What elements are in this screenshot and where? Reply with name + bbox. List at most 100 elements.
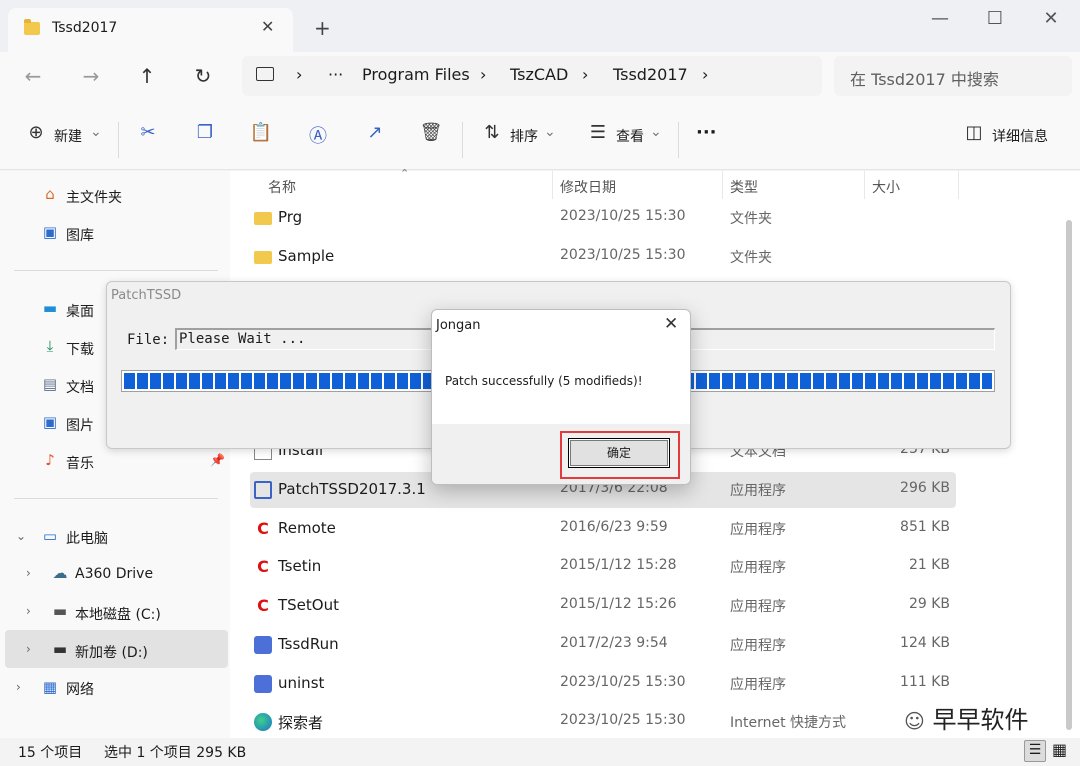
file-name: PatchTSSD2017.3.1 xyxy=(278,480,426,498)
tssd-app-icon: C xyxy=(257,596,269,615)
chevron-right-icon[interactable]: › xyxy=(26,604,31,618)
sidebar-item-downloads[interactable]: 下载 xyxy=(66,339,94,359)
tab-close-icon[interactable]: ✕ xyxy=(261,17,274,36)
tab-tssd2017[interactable]: Tssd2017 ✕ xyxy=(8,8,293,52)
file-type: 应用程序 xyxy=(730,483,786,499)
selection-info: 选中 1 个项目 295 KB xyxy=(104,745,247,761)
file-name: uninst xyxy=(278,674,325,692)
breadcrumb-tssd2017[interactable]: Tssd2017 xyxy=(613,65,688,84)
folder-icon xyxy=(254,212,272,225)
sidebar-item-pictures[interactable]: 图片 xyxy=(66,415,94,435)
breadcrumb-separator: › xyxy=(480,65,487,84)
up-button[interactable]: ↑ xyxy=(132,64,162,88)
file-date: 2023/10/25 15:30 xyxy=(560,247,686,263)
sidebar-item-drive-c[interactable]: 本地磁盘 (C:) xyxy=(75,604,161,624)
toolbar-divider xyxy=(118,122,119,158)
new-tab-button[interactable]: + xyxy=(314,16,331,40)
file-name: TSetOut xyxy=(278,596,339,614)
file-size: 29 KB xyxy=(908,596,950,612)
share-icon[interactable]: ↗ xyxy=(363,122,387,146)
table-row[interactable]: Prg 2023/10/25 15:30 文件夹 xyxy=(250,200,956,236)
maximize-button[interactable]: ☐ xyxy=(980,8,1010,29)
chevron-right-icon[interactable]: › xyxy=(26,566,31,580)
column-header-date[interactable]: 修改日期 xyxy=(560,177,616,197)
chevron-right-icon[interactable]: › xyxy=(16,680,21,694)
copy-icon[interactable]: ❐ xyxy=(193,122,217,146)
tssd-run-icon xyxy=(254,636,272,654)
address-bar[interactable]: › ··· Program Files › TszCAD › Tssd2017 … xyxy=(242,56,822,96)
table-row[interactable]: 探索者 2023/10/25 15:30 Internet 快捷方式 xyxy=(250,704,956,740)
sidebar-item-home[interactable]: 主文件夹 xyxy=(66,187,122,207)
watermark: ☺ 早早软件 xyxy=(904,700,1029,735)
breadcrumb-separator: › xyxy=(296,65,303,84)
dialog-close-button[interactable]: ✕ xyxy=(664,314,678,334)
column-divider[interactable] xyxy=(552,171,553,199)
tab-title: Tssd2017 xyxy=(52,20,118,36)
toolbar-divider xyxy=(678,122,679,158)
edge-shortcut-icon xyxy=(254,713,272,731)
table-row[interactable]: TssdRun 2017/2/23 9:54 应用程序 124 KB xyxy=(250,627,956,663)
tiles-view-icon[interactable]: ▦ xyxy=(1052,740,1067,759)
table-row[interactable]: C TSetOut 2015/1/12 15:26 应用程序 29 KB xyxy=(250,588,956,624)
sort-button[interactable]: 排序 xyxy=(510,126,538,146)
delete-icon[interactable]: 🗑 xyxy=(419,122,443,146)
scrollbar[interactable] xyxy=(1066,220,1072,730)
breadcrumb-more[interactable]: ··· xyxy=(328,65,343,84)
breadcrumb-program-files[interactable]: Program Files xyxy=(362,65,470,84)
file-type: 文件夹 xyxy=(730,250,772,266)
sidebar-item-music[interactable]: 音乐 xyxy=(66,453,94,473)
uninstall-icon xyxy=(254,675,272,693)
home-icon: ⌂ xyxy=(45,185,55,203)
paste-icon[interactable]: 📋 xyxy=(249,122,273,146)
view-button[interactable]: 查看 xyxy=(616,126,644,146)
column-header-type[interactable]: 类型 xyxy=(730,177,758,197)
table-row[interactable]: C Remote 2016/6/23 9:59 应用程序 851 KB xyxy=(250,511,956,547)
new-button[interactable]: 新建 xyxy=(54,126,82,146)
search-input[interactable]: 在 Tssd2017 中搜索 xyxy=(834,56,1072,96)
details-view-icon[interactable]: ☰ xyxy=(1024,740,1046,762)
breadcrumb-separator: › xyxy=(702,65,709,84)
rename-icon[interactable]: Ⓐ xyxy=(306,122,330,147)
sidebar-item-network[interactable]: 网络 xyxy=(66,679,94,699)
file-name: TssdRun xyxy=(278,635,339,653)
chevron-right-icon[interactable]: › xyxy=(26,642,31,656)
refresh-button[interactable]: ↻ xyxy=(188,64,218,88)
file-date: 2023/10/25 15:30 xyxy=(560,712,686,728)
table-row[interactable]: C Tsetin 2015/1/12 15:28 应用程序 21 KB xyxy=(250,549,956,585)
back-button[interactable]: ← xyxy=(18,64,48,88)
file-date: 2023/10/25 15:30 xyxy=(560,208,686,224)
sidebar-item-gallery[interactable]: 图库 xyxy=(66,225,94,245)
sidebar-item-a360[interactable]: A360 Drive xyxy=(75,566,153,582)
column-divider[interactable] xyxy=(864,171,865,199)
file-name: Remote xyxy=(278,519,336,537)
table-row[interactable]: uninst 2023/10/25 15:30 应用程序 111 KB xyxy=(250,666,956,702)
sidebar-item-drive-d[interactable]: 新加卷 (D:) xyxy=(75,642,148,662)
table-row[interactable]: Sample 2023/10/25 15:30 文件夹 xyxy=(250,239,956,275)
file-date: 2015/1/12 15:28 xyxy=(560,557,677,573)
file-type: 应用程序 xyxy=(730,677,786,693)
column-divider[interactable] xyxy=(722,171,723,199)
sort-chevron-icon: ⌄ xyxy=(544,124,556,140)
minimize-button[interactable]: — xyxy=(925,8,955,29)
file-size: 124 KB xyxy=(900,635,950,651)
sidebar-item-this-pc[interactable]: 此电脑 xyxy=(66,528,108,548)
sidebar-item-desktop[interactable]: 桌面 xyxy=(66,301,94,321)
cut-icon[interactable]: ✂ xyxy=(136,122,160,146)
column-divider[interactable] xyxy=(958,171,959,199)
ok-button[interactable]: 确定 xyxy=(568,438,670,468)
pin-icon[interactable]: 📌 xyxy=(210,453,225,467)
folder-icon xyxy=(254,251,272,264)
breadcrumb-tszcad[interactable]: TszCAD xyxy=(510,65,568,84)
chevron-down-icon[interactable]: ⌄ xyxy=(16,529,26,543)
tssd-app-icon: C xyxy=(257,519,269,538)
download-icon: ⤓ xyxy=(46,337,54,355)
file-type: 文件夹 xyxy=(730,211,772,227)
details-button[interactable]: 详细信息 xyxy=(992,126,1048,146)
file-type: 应用程序 xyxy=(730,599,786,615)
sidebar-item-documents[interactable]: 文档 xyxy=(66,377,94,397)
close-window-button[interactable]: ✕ xyxy=(1036,8,1066,29)
more-options-button[interactable]: ··· xyxy=(696,122,717,143)
column-header-name[interactable]: 名称 xyxy=(268,177,296,197)
column-header-size[interactable]: 大小 xyxy=(872,177,900,197)
forward-button[interactable]: → xyxy=(76,64,106,88)
